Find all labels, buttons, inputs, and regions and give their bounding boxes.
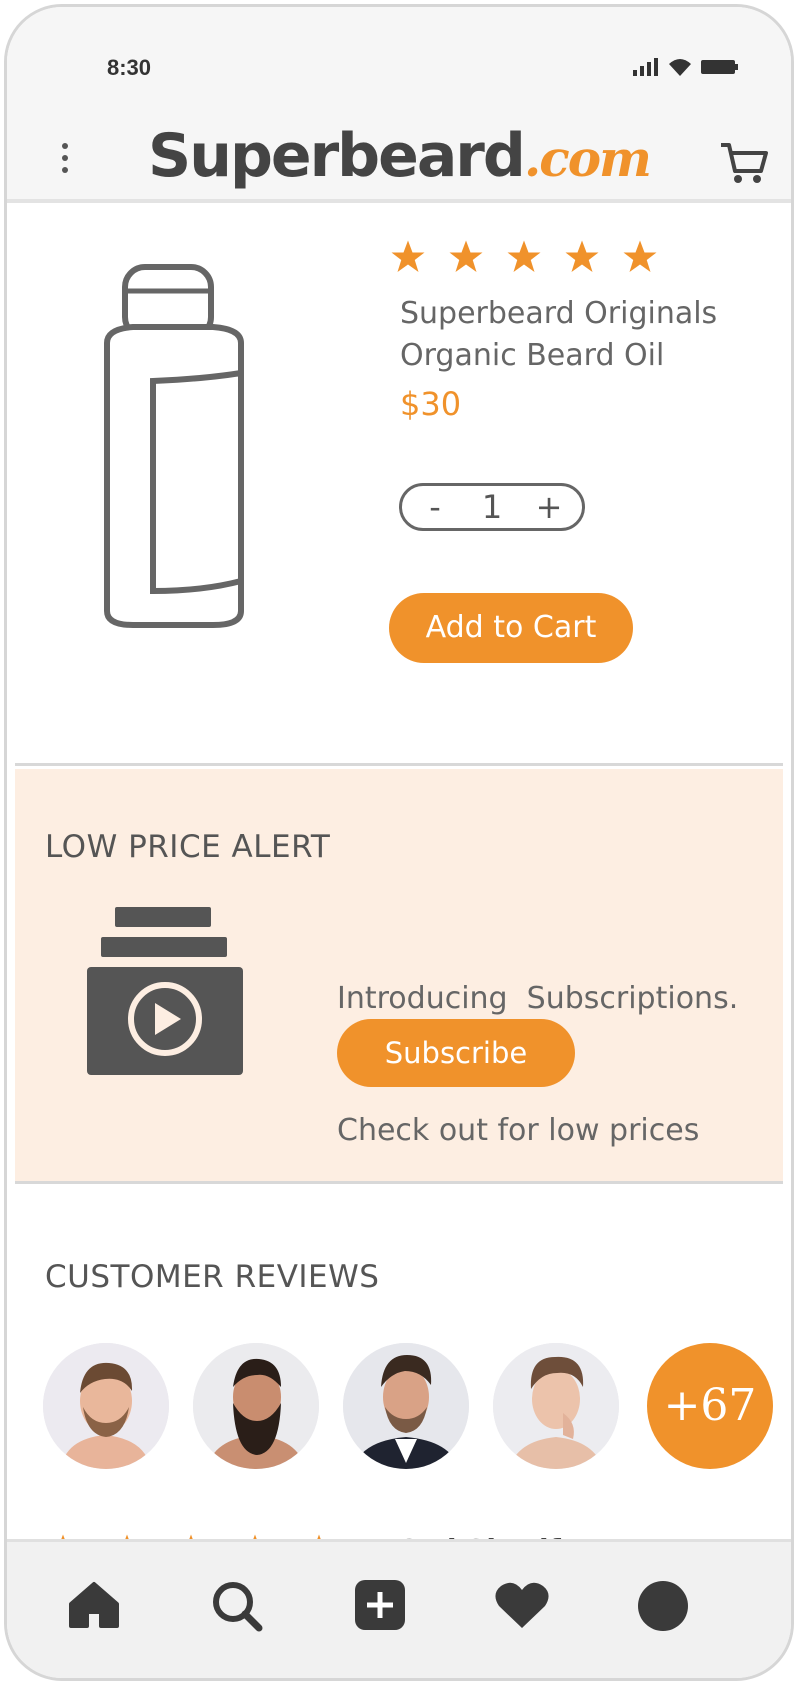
product-name-line2: Organic Beard Oil (400, 338, 665, 373)
add-to-cart-button[interactable]: Add to Cart (389, 593, 633, 663)
subscribe-button[interactable]: Subscribe (337, 1019, 575, 1087)
logo-tld: .com (523, 129, 652, 188)
star-icon (449, 240, 483, 272)
home-icon[interactable] (67, 1580, 121, 1630)
reviewer-avatar[interactable] (193, 1343, 319, 1469)
divider (15, 1181, 783, 1184)
quantity-value: 1 (481, 488, 503, 526)
heart-icon[interactable] (493, 1580, 551, 1630)
reviewer-avatar[interactable] (493, 1343, 619, 1469)
wifi-icon (669, 59, 691, 76)
beard-oil-bottle-image (104, 264, 244, 628)
battery-icon (701, 60, 738, 74)
product-name-line1: Superbeard Originals (400, 296, 718, 331)
cart-icon[interactable] (719, 139, 769, 187)
profile-icon[interactable] (637, 1580, 689, 1632)
alert-message-line2: Check out for low prices (337, 1113, 700, 1148)
status-icons (633, 57, 739, 77)
product-section: Superbeard Originals Organic Beard Oil $… (7, 203, 791, 763)
alert-title: LOW PRICE ALERT (45, 829, 331, 865)
bottom-tab-bar (7, 1539, 791, 1678)
quantity-stepper: - 1 + (399, 483, 585, 531)
star-icon (623, 240, 657, 272)
phone-frame: 8:30 Superbeard.com Superbeard Originals… (4, 4, 794, 1681)
product-price: $30 (400, 385, 462, 423)
reviewer-avatar[interactable] (43, 1343, 169, 1469)
star-icon (391, 240, 425, 272)
star-icon (507, 240, 541, 272)
signal-icon (633, 58, 658, 76)
low-price-alert-banner: LOW PRICE ALERT Introducing Subscription… (15, 769, 783, 1181)
increment-button[interactable]: + (534, 488, 564, 526)
more-reviewers-badge[interactable]: +67 (647, 1343, 773, 1469)
avatar-image (343, 1343, 469, 1469)
avatar-image (493, 1343, 619, 1469)
reviewer-avatar[interactable] (343, 1343, 469, 1469)
search-icon[interactable] (211, 1580, 265, 1632)
reviews-title: CUSTOMER REVIEWS (45, 1259, 380, 1295)
app-header: Superbeard.com (7, 117, 791, 203)
product-rating (390, 239, 658, 275)
decrement-button[interactable]: - (420, 488, 450, 526)
avatar-image (43, 1343, 169, 1469)
site-logo[interactable]: Superbeard.com (7, 121, 791, 191)
avatar-image (193, 1343, 319, 1469)
product-name: Superbeard Originals Organic Beard Oil (400, 293, 717, 377)
logo-main: Superbeard (148, 121, 526, 191)
divider (15, 763, 783, 766)
status-bar: 8:30 (7, 7, 791, 117)
star-icon (565, 240, 599, 272)
add-icon[interactable] (353, 1580, 407, 1630)
status-time: 8:30 (107, 55, 152, 80)
alert-message-line1: Introducing Subscriptions. (337, 981, 739, 1016)
subscription-box-icon (87, 907, 243, 1075)
